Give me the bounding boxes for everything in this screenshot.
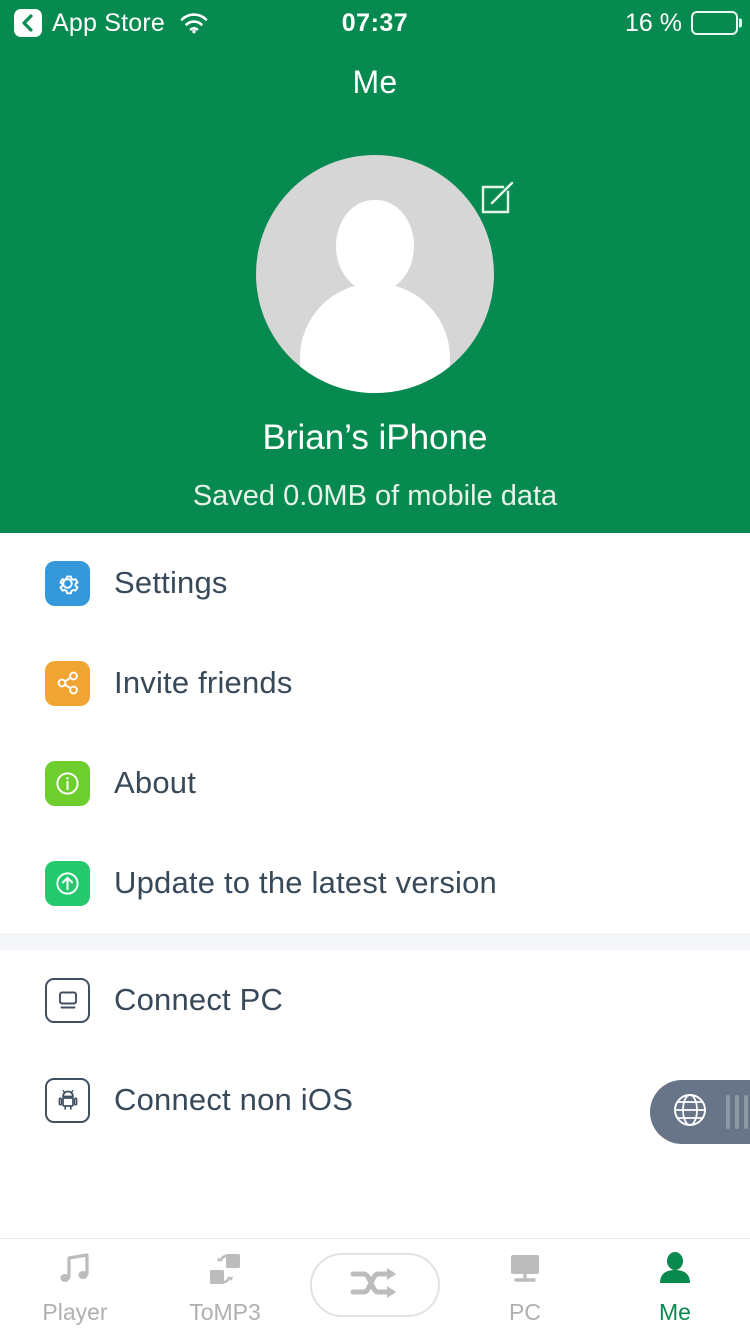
globe-icon: [668, 1088, 712, 1137]
menu-item-connect-non-ios[interactable]: Connect non iOS: [0, 1050, 750, 1150]
tab-label: Me: [659, 1298, 691, 1325]
menu-group-primary: Settings Invite friends About Update to …: [0, 533, 750, 933]
profile-header: App Store 07:37 16 % Me Brian’s iPhone S…: [0, 0, 750, 533]
tab-label: ToMP3: [189, 1298, 261, 1325]
menu-item-label: About: [114, 765, 197, 800]
menu-item-connect-pc[interactable]: Connect PC: [0, 950, 750, 1050]
tab-center-slot: [300, 1239, 450, 1334]
menu-item-label: Settings: [114, 565, 228, 600]
tab-pc[interactable]: PC: [450, 1239, 600, 1334]
menu-item-label: Invite friends: [114, 665, 293, 700]
menu-item-about[interactable]: About: [0, 733, 750, 833]
status-bar: App Store 07:37 16 %: [0, 0, 750, 46]
battery-low-icon: [691, 11, 742, 35]
tab-player[interactable]: Player: [0, 1239, 150, 1334]
app-screen: App Store 07:37 16 % Me Brian’s iPhone S…: [0, 0, 750, 1334]
avatar-head: [336, 200, 414, 292]
device-name: Brian’s iPhone: [262, 418, 488, 457]
menu-item-update[interactable]: Update to the latest version: [0, 833, 750, 933]
monitor-icon: [504, 1249, 546, 1294]
monitor-icon: [45, 977, 90, 1023]
info-circle-icon: [45, 760, 90, 806]
drag-handle-icon[interactable]: [726, 1095, 748, 1129]
floating-globe-widget[interactable]: [650, 1080, 750, 1144]
shuffle-button[interactable]: [310, 1253, 440, 1317]
share-nodes-icon: [45, 660, 90, 706]
avatar[interactable]: [256, 155, 494, 393]
tab-bar: Player ToMP3 PC Me: [0, 1238, 750, 1334]
music-note-icon: [54, 1249, 96, 1294]
menu-item-settings[interactable]: Settings: [0, 533, 750, 633]
menu-item-label: Connect non iOS: [114, 1082, 354, 1117]
tab-label: PC: [509, 1298, 541, 1325]
menu-group-secondary: Connect PC Connect non iOS: [0, 950, 750, 1150]
avatar-area: [0, 155, 750, 405]
status-bar-clock: 07:37: [341, 8, 409, 37]
menu-item-label: Update to the latest version: [114, 865, 497, 900]
tab-label: Player: [42, 1298, 108, 1325]
shuffle-icon: [347, 1263, 403, 1308]
arrow-up-circle-icon: [45, 860, 90, 906]
tab-me[interactable]: Me: [600, 1239, 750, 1334]
gear-icon: [45, 560, 90, 606]
menu-item-label: Connect PC: [114, 982, 284, 1017]
tab-tomp3[interactable]: ToMP3: [150, 1239, 300, 1334]
saved-data-label: Saved 0.0MB of mobile data: [192, 480, 558, 512]
page-title: Me: [352, 64, 398, 100]
edit-pencil-square-icon[interactable]: [478, 179, 516, 217]
person-icon: [654, 1249, 696, 1294]
avatar-body: [300, 283, 450, 393]
android-robot-icon: [45, 1077, 90, 1123]
convert-squares-icon: [204, 1249, 246, 1294]
group-separator: [0, 933, 750, 950]
menu-item-invite-friends[interactable]: Invite friends: [0, 633, 750, 733]
